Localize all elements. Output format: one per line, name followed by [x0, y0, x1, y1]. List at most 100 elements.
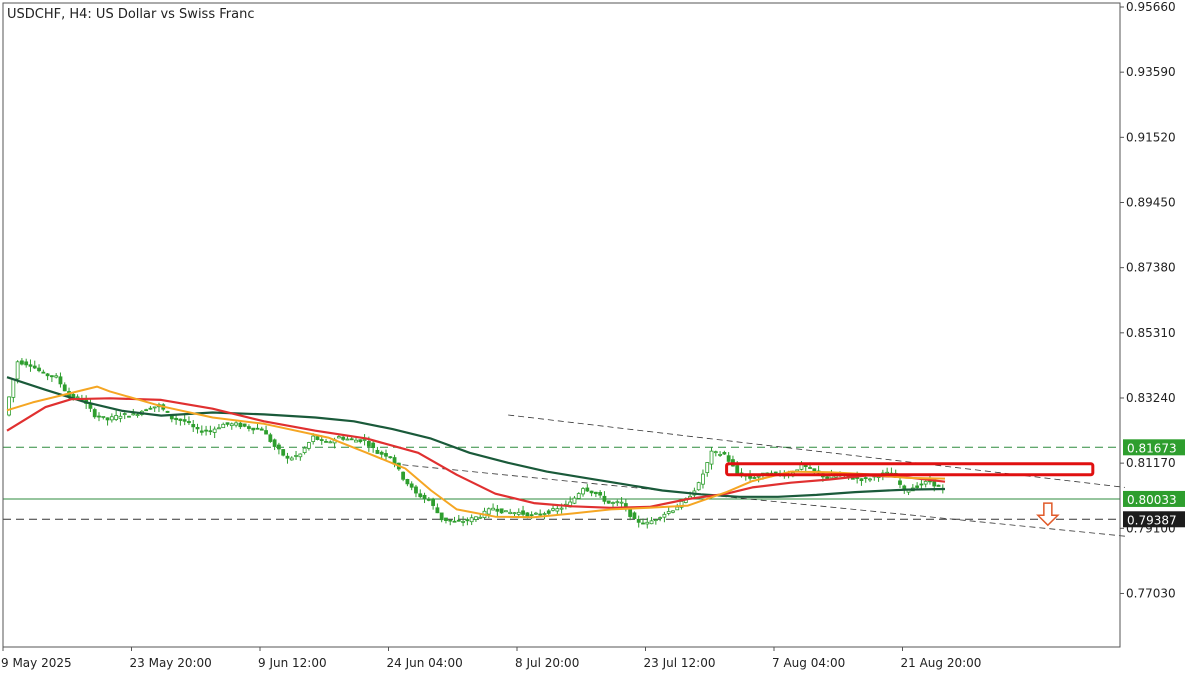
candle-body — [341, 436, 346, 440]
candle-body — [114, 415, 119, 420]
candle-body — [311, 435, 316, 442]
candle-body — [294, 455, 298, 457]
candle-body — [221, 423, 226, 429]
candle-body — [885, 471, 890, 474]
candle-body — [615, 501, 620, 504]
candle-body — [131, 413, 136, 416]
candle-body — [238, 422, 243, 428]
candle-body — [336, 436, 341, 439]
candle-body — [486, 508, 491, 515]
candle-body — [474, 516, 478, 520]
candle-body — [371, 442, 376, 449]
candle-body — [105, 417, 110, 421]
candle-body — [478, 516, 483, 519]
candle-body — [469, 517, 474, 523]
candle-body — [401, 471, 406, 480]
candle-body — [525, 512, 530, 517]
candle-body — [448, 519, 453, 522]
candle-body — [298, 453, 303, 458]
candle-body — [512, 512, 517, 515]
x-tick-label: 23 May 20:00 — [130, 656, 212, 670]
candle-body — [516, 511, 521, 515]
candle-body — [242, 423, 247, 427]
candle-body — [409, 483, 414, 488]
candle-body — [735, 465, 740, 474]
candle-body — [247, 426, 251, 429]
candle-body — [234, 422, 238, 426]
price-chart[interactable]: 0.95660 0.93590 0.91520 0.89450 0.87380 0.853… — [0, 0, 1200, 675]
y-tick-label: 0.85310 — [1126, 326, 1176, 340]
x-tick-label: 21 Aug 20:00 — [901, 656, 982, 670]
candle-body — [362, 439, 367, 441]
candle-body — [919, 483, 924, 486]
candle-body — [756, 475, 761, 478]
candle-body — [662, 513, 667, 518]
candle-body — [208, 430, 213, 433]
candle-body — [204, 429, 208, 432]
candle-body — [859, 478, 864, 482]
candle-body — [259, 428, 264, 431]
candle-body — [495, 508, 500, 512]
candle-body — [251, 427, 256, 431]
y-tick-label: 0.89450 — [1126, 195, 1176, 209]
chart-title: USDCHF, H4: US Dollar vs Swiss Franc — [7, 7, 254, 22]
candle-body — [277, 444, 281, 450]
candle-body — [32, 365, 37, 369]
candle-body — [187, 421, 191, 424]
candle-body — [868, 478, 872, 481]
candle-body — [598, 491, 603, 496]
candle-body — [315, 436, 320, 440]
candle-body — [414, 486, 418, 494]
candle-body — [572, 497, 577, 504]
candle-body — [418, 493, 423, 498]
candle-body — [268, 434, 273, 442]
candle-body — [144, 409, 149, 412]
candle-body — [165, 410, 170, 413]
candle-body — [37, 367, 41, 372]
candle-body — [109, 416, 114, 421]
candle-body — [581, 488, 585, 495]
candle-body — [713, 451, 718, 454]
candle-body — [606, 500, 611, 504]
candle-body — [593, 491, 598, 495]
candle-body — [264, 430, 268, 435]
candle-body — [546, 510, 551, 514]
candle-body — [435, 507, 440, 514]
candle-body — [696, 482, 701, 491]
candle-body — [28, 364, 33, 367]
candle-body — [255, 427, 260, 430]
candle-body — [20, 360, 24, 365]
candle-body — [229, 423, 234, 427]
chart-background — [0, 0, 1200, 675]
candle-body — [538, 513, 543, 516]
candle-body — [559, 507, 564, 510]
candle-body — [555, 508, 560, 512]
candle-body — [915, 485, 920, 488]
candle-body — [148, 407, 153, 410]
candle-body — [182, 419, 187, 422]
x-tick-label: 9 Jun 12:00 — [258, 656, 327, 670]
candle-body — [152, 406, 157, 409]
candle-body — [619, 501, 624, 504]
candle-body — [92, 409, 97, 418]
candle-body — [902, 485, 907, 490]
candle-body — [808, 467, 812, 469]
candle-body — [585, 487, 590, 492]
candle-body — [589, 490, 594, 494]
candle-body — [653, 519, 658, 522]
candle-body — [101, 416, 106, 418]
candle-body — [529, 514, 534, 517]
candle-body — [499, 508, 504, 514]
candle-body — [936, 484, 941, 487]
candle-body — [15, 361, 20, 380]
candle-body — [718, 453, 722, 456]
x-tick-label: 9 May 2025 — [1, 656, 72, 670]
candle-body — [439, 512, 444, 521]
candle-body — [328, 441, 333, 444]
candle-body — [803, 465, 808, 467]
candle-body — [709, 450, 714, 465]
price-level-tag-label: 0.81673 — [1127, 441, 1177, 455]
y-tick-label: 0.83240 — [1126, 391, 1176, 405]
candle-body — [375, 449, 380, 454]
candle-body — [135, 414, 140, 416]
